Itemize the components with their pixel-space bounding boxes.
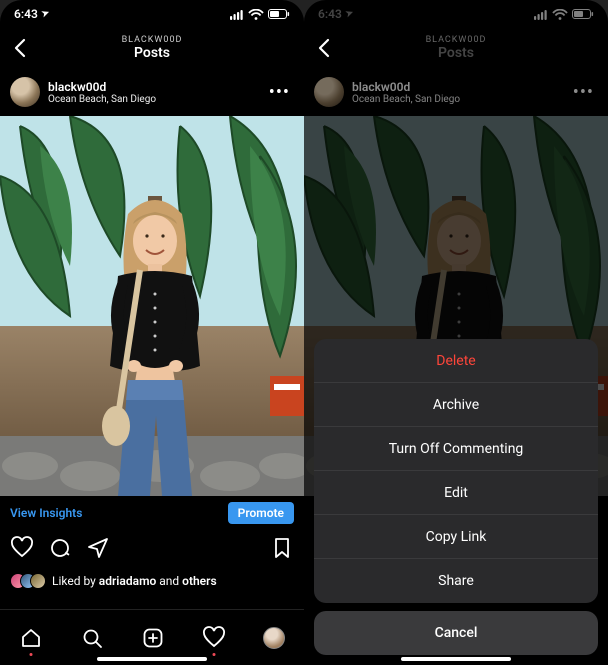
tab-activity[interactable] [202,626,226,650]
location-services-icon: ➤ [344,8,355,20]
author-avatar[interactable] [10,77,40,107]
post-header: blackw00d Ocean Beach, San Diego ••• [0,68,304,116]
search-icon [80,626,104,650]
action-share[interactable]: Share [314,559,598,603]
post-location: Ocean Beach, San Diego [352,94,569,105]
nav-context: BLACKW00D [426,35,487,45]
profile-avatar-icon [263,627,285,649]
nav-context: BLACKW00D [122,35,183,45]
status-bar: 6:43 ➤ [304,0,608,28]
wifi-icon [248,9,264,20]
back-button [314,28,334,68]
status-time: 6:43 [318,7,342,21]
nav-title: Posts [122,45,183,61]
post-more-button[interactable]: ••• [265,82,294,103]
screen-post-view: 6:43 ➤ BLACKW00D Posts blackw00d Ocean B… [0,0,304,665]
likes-prefix: Liked by [52,574,99,588]
nav-title: Posts [426,45,487,61]
post-action-row [0,530,304,570]
tab-bar [0,609,304,665]
action-delete[interactable]: Delete [314,339,598,383]
home-indicator[interactable] [97,657,207,661]
action-cancel[interactable]: Cancel [314,611,598,655]
likes-row[interactable]: Liked by adriadamo and others [0,570,304,592]
battery-icon [268,9,290,19]
chevron-left-icon [10,36,30,60]
save-button[interactable] [270,536,294,564]
home-indicator[interactable] [401,657,511,661]
bookmark-icon [270,536,294,560]
heart-icon [202,626,226,650]
view-insights-link[interactable]: View Insights [10,506,82,520]
action-sheet: Delete Archive Turn Off Commenting Edit … [314,339,598,655]
chevron-left-icon [314,36,334,60]
nav-header: BLACKW00D Posts [0,28,304,68]
battery-icon [572,9,594,19]
author-avatar [314,77,344,107]
likes-suffix: others [182,574,216,588]
comment-icon [48,536,72,560]
like-button[interactable] [10,536,34,564]
cellular-signal-icon [230,9,244,20]
tab-home[interactable] [19,626,43,650]
status-bar: 6:43 ➤ [0,0,304,28]
action-edit[interactable]: Edit [314,471,598,515]
location-services-icon: ➤ [40,8,51,20]
plus-square-icon [141,626,165,650]
tab-profile[interactable] [263,627,285,649]
liker-avatars [10,573,46,589]
status-time: 6:43 [14,7,38,21]
author-username: blackw00d [352,80,569,94]
nav-header: BLACKW00D Posts [304,28,608,68]
send-icon [86,536,110,560]
post-location[interactable]: Ocean Beach, San Diego [48,94,265,105]
likes-middle: and [156,574,182,588]
back-button[interactable] [10,28,30,68]
action-sheet-cancel-group: Cancel [314,611,598,655]
action-turn-off-commenting[interactable]: Turn Off Commenting [314,427,598,471]
heart-icon [10,536,34,560]
action-copy-link[interactable]: Copy Link [314,515,598,559]
action-sheet-options: Delete Archive Turn Off Commenting Edit … [314,339,598,603]
post-photo[interactable] [0,116,304,496]
cellular-signal-icon [534,9,548,20]
insights-bar: View Insights Promote [0,496,304,530]
action-archive[interactable]: Archive [314,383,598,427]
comment-button[interactable] [48,536,72,564]
tab-search[interactable] [80,626,104,650]
author-username[interactable]: blackw00d [48,80,265,94]
home-icon [19,626,43,650]
promote-button[interactable]: Promote [228,502,294,524]
wifi-icon [552,9,568,20]
tab-create[interactable] [141,626,165,650]
share-button[interactable] [86,536,110,564]
screen-action-sheet: 6:43 ➤ BLACKW00D Posts blackw00d Ocean B… [304,0,608,665]
post-header: blackw00d Ocean Beach, San Diego ••• [304,68,608,116]
likes-user: adriadamo [99,574,157,588]
post-more-button: ••• [569,82,598,103]
